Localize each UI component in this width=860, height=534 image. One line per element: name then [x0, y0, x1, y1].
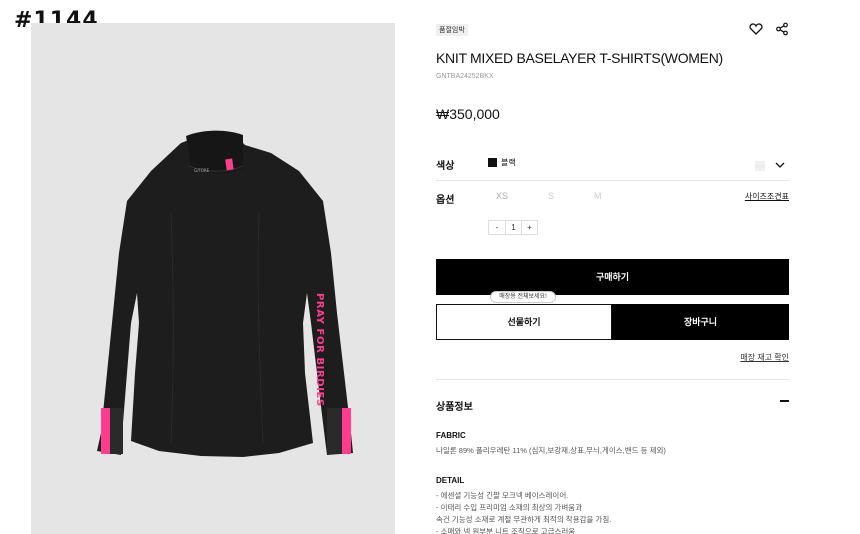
divider: [436, 180, 789, 181]
size-option-m[interactable]: M: [594, 191, 602, 201]
right-cuff-pink: [342, 408, 351, 454]
alt-color-swatch[interactable]: [755, 161, 765, 171]
size-option-s[interactable]: S: [548, 191, 554, 201]
status-badge: 품절임박: [436, 24, 468, 36]
detail-heading: DETAIL: [436, 476, 465, 485]
garment-illustration: G/FORE PRAY FOR BIRDIES: [97, 130, 353, 457]
color-swatch: [488, 158, 497, 167]
heart-icon[interactable]: [749, 22, 763, 36]
detail-line: 속건 기능성 소재로 계절 무관하게 최적의 착용감을 가짐.: [436, 515, 612, 524]
color-dropdown[interactable]: [755, 157, 785, 175]
product-title: KNIT MIXED BASELAYER T-SHIRTS(WOMEN): [436, 50, 723, 66]
quantity-plus-button[interactable]: +: [521, 221, 537, 234]
color-selector[interactable]: 블랙: [488, 157, 516, 168]
fabric-text: 나일론 89% 폴리우레탄 11% (심지,보강재,상표,무늬,게이스,밴드 등…: [436, 446, 666, 455]
quantity-value[interactable]: 1: [505, 221, 521, 234]
color-label: 색상: [436, 161, 455, 172]
fabric-heading: FABRIC: [436, 431, 466, 440]
collapse-icon[interactable]: [780, 400, 789, 402]
gift-button[interactable]: 선물하기: [436, 304, 612, 340]
mock-neck: [186, 130, 243, 174]
quantity-stepper: - 1 +: [488, 220, 538, 235]
detail-line: - 소매와 넥 원부분 니트 조직으로 고급스러움: [436, 527, 576, 534]
left-cuff-pink: [101, 408, 110, 454]
share-icon[interactable]: [775, 22, 789, 36]
divider: [436, 379, 789, 380]
product-price: ₩350,000: [436, 106, 500, 122]
size-options: XS S M: [496, 191, 602, 201]
collar-logo: G/FORE: [194, 168, 210, 173]
add-to-cart-button[interactable]: 장바구니: [612, 304, 789, 340]
product-code: GNTBA24252BKX: [436, 73, 494, 80]
option-label: 옵션: [436, 195, 455, 206]
chevron-down-icon[interactable]: [775, 157, 785, 175]
product-image[interactable]: G/FORE PRAY FOR BIRDIES: [31, 23, 395, 534]
sleeve-print: PRAY FOR BIRDIES: [314, 293, 325, 407]
color-name: 블랙: [501, 158, 516, 167]
buy-button[interactable]: 구매하기: [436, 259, 789, 295]
quantity-minus-button[interactable]: -: [489, 221, 505, 234]
store-stock-link[interactable]: 매장 재고 확인: [740, 352, 789, 363]
product-info-title[interactable]: 상품정보: [436, 398, 473, 413]
size-option-xs[interactable]: XS: [496, 191, 508, 201]
size-chart-link[interactable]: 사이즈조견표: [745, 191, 789, 202]
gift-tooltip: 매장용 전체보세요!: [490, 291, 556, 303]
detail-line: - 에센셜 기능성 긴팔 모크넥 베이스레이어.: [436, 491, 569, 500]
detail-line: - 이태리 수입 프리미엄 소재의 최상의 가벼움과: [436, 503, 583, 512]
